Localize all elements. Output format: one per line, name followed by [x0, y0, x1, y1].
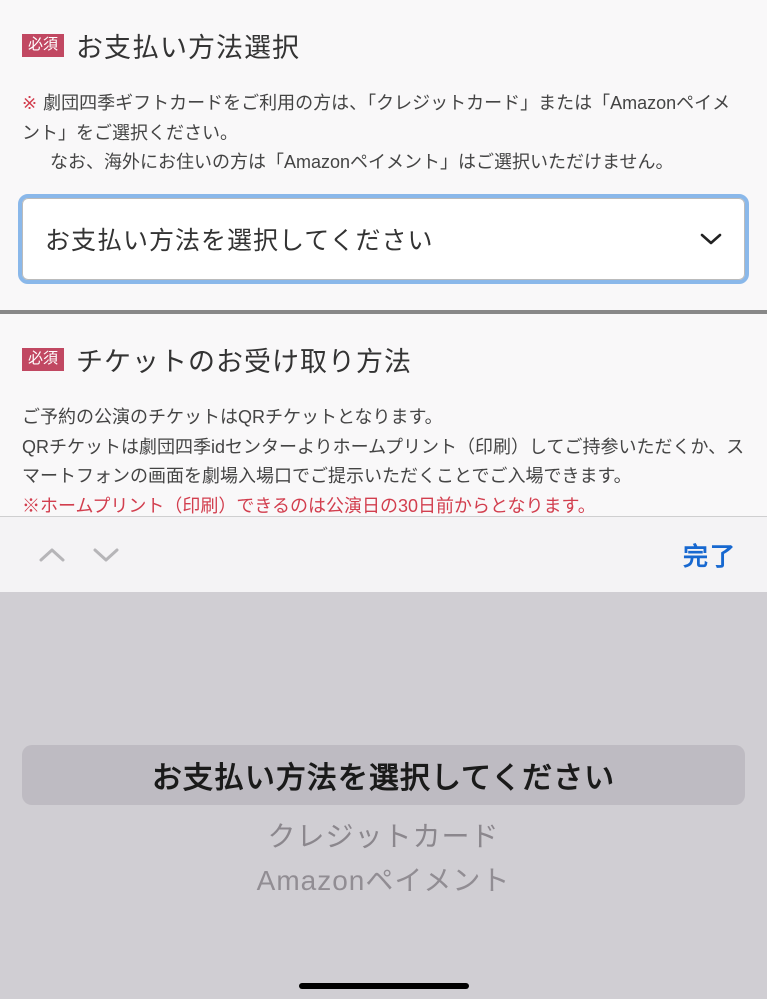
picker-option[interactable]: Amazonペイメント: [22, 859, 745, 899]
note-text-line2: なお、海外にお住いの方は「Amazonペイメント」はご選択いただけません。: [22, 148, 745, 178]
payment-method-note: ※劇団四季ギフトカードをご利用の方は、「クレジットカード」または「Amazonペ…: [22, 89, 745, 178]
payment-method-title: お支払い方法選択: [76, 26, 300, 65]
home-indicator[interactable]: [299, 983, 469, 989]
note-text: 劇団四季ギフトカードをご利用の方は、「クレジットカード」または「Amazonペイ…: [22, 93, 730, 143]
required-badge: 必須: [22, 348, 64, 371]
picker-pane: お支払い方法を選択してください クレジットカード Amazonペイメント: [0, 592, 767, 999]
picker-selected-highlight: お支払い方法を選択してください: [22, 745, 745, 805]
next-field-button[interactable]: [90, 539, 122, 571]
note-text: ご予約の公演のチケットはQRチケットとなります。: [22, 403, 745, 433]
note-warning: ※ホームプリント（印刷）できるのは公演日の30日前からとなります。: [22, 492, 745, 516]
picker-wheel[interactable]: お支払い方法を選択してください クレジットカード Amazonペイメント: [0, 745, 767, 999]
ticket-delivery-section: 必須 チケットのお受け取り方法 ご予約の公演のチケットはQRチケットとなります。…: [0, 314, 767, 516]
section-header: 必須 チケットのお受け取り方法: [22, 340, 745, 379]
picker-selected-option[interactable]: お支払い方法を選択してください: [152, 753, 615, 797]
ticket-delivery-note: ご予約の公演のチケットはQRチケットとなります。 QRチケットは劇団四季idセン…: [22, 403, 745, 516]
payment-method-section: 必須 お支払い方法選択 ※劇団四季ギフトカードをご利用の方は、「クレジットカード…: [0, 0, 767, 314]
chevron-down-icon: [700, 232, 722, 246]
required-badge: 必須: [22, 34, 64, 57]
section-header: 必須 お支払い方法選択: [22, 26, 745, 65]
accessory-nav-group: [22, 539, 122, 571]
previous-field-button[interactable]: [36, 539, 68, 571]
note-asterisk: ※: [22, 93, 37, 113]
picker-option[interactable]: クレジットカード: [22, 815, 745, 855]
done-button[interactable]: 完了: [675, 531, 745, 579]
keyboard-accessory-bar: 完了: [0, 516, 767, 592]
ticket-delivery-title: チケットのお受け取り方法: [76, 340, 412, 379]
payment-method-select[interactable]: お支払い方法を選択してください: [22, 198, 745, 280]
note-text: QRチケットは劇団四季idセンターよりホームプリント（印刷）してご持参いただくか…: [22, 433, 745, 492]
payment-method-select-value: お支払い方法を選択してください: [45, 221, 434, 257]
